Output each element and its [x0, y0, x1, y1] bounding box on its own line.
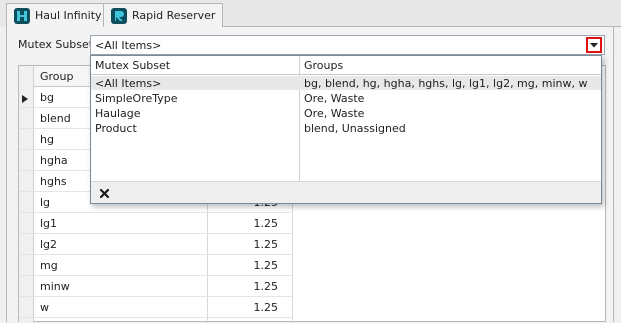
mutex-subset-dropdown: Mutex Subset Groups <All Items> bg, blend… — [90, 55, 602, 204]
group-cell[interactable]: lg — [40, 196, 50, 209]
group-cell[interactable]: lg2 — [40, 238, 57, 251]
tab-haul-infinity[interactable]: Haul Infinity — [6, 3, 110, 27]
column-header-groups: Groups — [304, 59, 344, 72]
mutex-subset-label: Mutex Subset — [18, 38, 94, 51]
group-cell[interactable]: hg — [40, 133, 54, 146]
group-cell[interactable]: mg — [40, 259, 58, 272]
option-subset-name: Product — [95, 122, 137, 135]
value-cell[interactable]: 1.25 — [208, 280, 279, 293]
group-cell[interactable]: minw — [40, 280, 70, 293]
table-row[interactable]: lg2 1.25 — [19, 234, 293, 255]
group-cell[interactable]: hghs — [40, 175, 67, 188]
mutex-subset-combobox[interactable]: <All Items> — [90, 35, 605, 55]
value-cell[interactable]: 1.25 — [208, 259, 279, 272]
table-row[interactable]: lg1 1.25 — [19, 213, 293, 234]
group-cell[interactable]: w — [40, 301, 49, 314]
dropdown-option[interactable]: SimpleOreType Ore, Waste — [91, 91, 601, 105]
dropdown-option[interactable]: <All Items> bg, blend, hg, hgha, hghs, lg… — [91, 76, 601, 90]
haul-infinity-logo-icon — [14, 7, 30, 24]
tab-label: Haul Infinity — [35, 9, 102, 22]
group-cell[interactable]: lg1 — [40, 217, 57, 230]
chevron-down-icon — [590, 42, 598, 47]
option-subset-name: <All Items> — [95, 77, 162, 90]
group-cell[interactable]: hgha — [40, 154, 68, 167]
table-row[interactable]: minw 1.25 — [19, 276, 293, 297]
option-groups: Ore, Waste — [304, 92, 365, 105]
table-row[interactable]: w 1.25 — [19, 297, 293, 318]
current-row-indicator-icon — [22, 93, 28, 106]
table-row[interactable]: mg 1.25 — [19, 255, 293, 276]
column-header-group[interactable]: Group — [40, 70, 74, 83]
dropdown-option[interactable]: Product blend, Unassigned — [91, 121, 601, 135]
value-cell[interactable]: 1.25 — [208, 217, 279, 230]
dropdown-button[interactable] — [586, 37, 602, 53]
tab-bar: Haul Infinity Rapid Reserver — [0, 0, 621, 27]
rapid-reserver-logo-icon — [111, 7, 127, 24]
group-cell[interactable]: bg — [40, 91, 54, 104]
dropdown-option[interactable]: Haulage Ore, Waste — [91, 106, 601, 120]
option-groups: blend, Unassigned — [304, 122, 406, 135]
column-header-mutex-subset: Mutex Subset — [95, 59, 171, 72]
value-cell[interactable]: 1.25 — [208, 238, 279, 251]
mutex-subset-value: <All Items> — [95, 39, 162, 52]
tab-rapid-reserver[interactable]: Rapid Reserver — [103, 3, 224, 27]
option-subset-name: SimpleOreType — [95, 92, 178, 105]
clear-icon[interactable] — [97, 186, 111, 200]
option-subset-name: Haulage — [95, 107, 141, 120]
option-groups: bg, blend, hg, hgha, hghs, lg, lg1, lg2,… — [304, 77, 588, 90]
dropdown-header: Mutex Subset Groups — [91, 56, 601, 75]
value-cell[interactable]: 1.25 — [208, 301, 279, 314]
tab-label: Rapid Reserver — [132, 9, 216, 22]
dropdown-footer — [91, 181, 601, 203]
group-cell[interactable]: blend — [40, 112, 71, 125]
option-groups: Ore, Waste — [304, 107, 365, 120]
